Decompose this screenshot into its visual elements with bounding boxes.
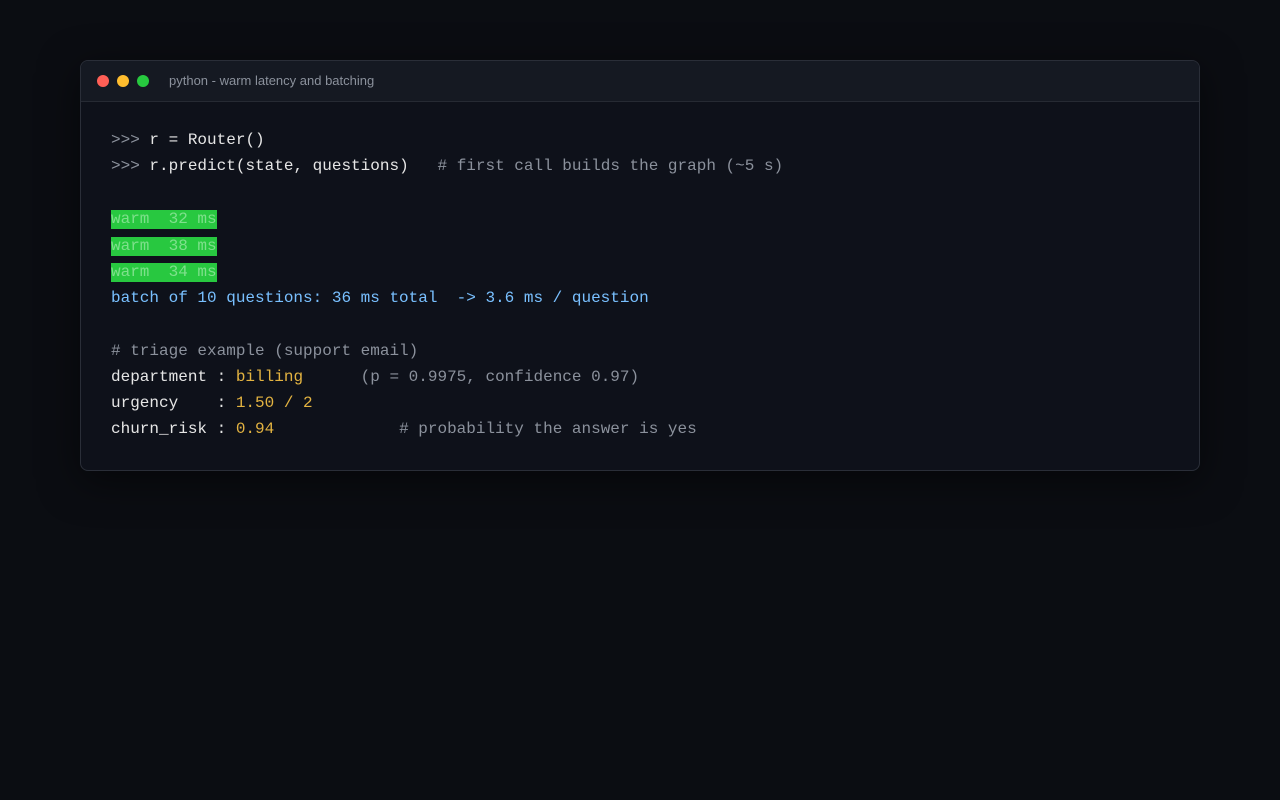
minimize-button[interactable] [117, 75, 129, 87]
input-line-router: >>> r = Router() [111, 130, 265, 150]
close-button[interactable] [97, 75, 109, 87]
churn-comment: # probability the answer is yes [399, 420, 697, 438]
churn-key: churn_risk : [111, 420, 236, 438]
predict-comment: # first call builds the graph (~5 s) [437, 157, 784, 175]
warm-run-line: warm 38 ms [111, 236, 217, 256]
urgency-line: urgency : 1.50 / 2 [111, 393, 313, 413]
warm-run-line: warm 32 ms [111, 209, 217, 229]
churn-line: churn_risk : 0.94 # probability the answ… [111, 419, 697, 439]
prompt: >>> [111, 157, 140, 175]
terminal-window: python - warm latency and batching >>> r… [80, 60, 1200, 471]
prompt: >>> [111, 131, 140, 149]
warm-run-2: warm 38 ms [111, 237, 217, 256]
code-predict: r.predict(state, questions) [149, 157, 409, 175]
input-line-predict: >>> r.predict(state, questions) # first … [111, 156, 783, 176]
warm-run-3: warm 34 ms [111, 263, 217, 282]
title-bar: python - warm latency and batching [81, 61, 1199, 102]
department-value: billing [235, 368, 304, 386]
warm-run-1: warm 32 ms [111, 210, 217, 229]
window-title: python - warm latency and batching [169, 73, 375, 88]
triage-comment: # triage example (support email) [111, 342, 419, 360]
department-line: department : billing (p = 0.9975, confid… [111, 367, 639, 387]
churn-value: 0.94 [235, 420, 275, 438]
urgency-key: urgency : [111, 394, 236, 412]
maximize-button[interactable] [137, 75, 149, 87]
warm-run-line: warm 34 ms [111, 262, 217, 282]
code-router: r = Router() [149, 131, 265, 149]
department-key: department : [111, 368, 236, 386]
batch-summary: batch of 10 questions: 36 ms total -> 3.… [111, 289, 649, 307]
department-detail: (p = 0.9975, confidence 0.97) [360, 368, 640, 386]
urgency-value: 1.50 / 2 [235, 394, 313, 412]
